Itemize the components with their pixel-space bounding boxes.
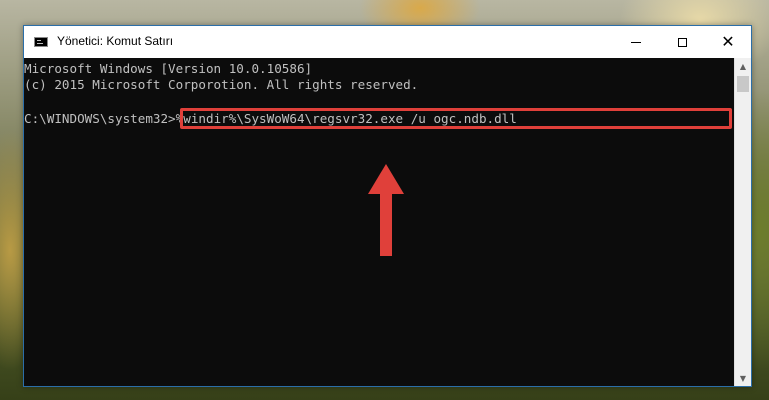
up-arrow-icon <box>368 164 404 256</box>
console-output[interactable]: Microsoft Windows [Version 10.0.10586] (… <box>24 58 734 386</box>
title-bar[interactable]: Yönetici: Komut Satırı ✕ <box>24 26 751 58</box>
window-title: Yönetici: Komut Satırı <box>57 34 174 48</box>
scroll-down-button[interactable]: ▼ <box>735 370 751 386</box>
console-line-copyright: (c) 2015 Microsoft Corporotion. All righ… <box>24 77 419 92</box>
close-icon: ✕ <box>721 32 735 51</box>
scroll-up-button[interactable]: ▲ <box>735 58 751 74</box>
minimize-button[interactable] <box>613 26 659 58</box>
close-button[interactable]: ✕ <box>705 26 751 58</box>
maximize-button[interactable] <box>659 26 705 58</box>
scroll-thumb[interactable] <box>737 76 749 92</box>
maximize-icon <box>677 37 687 47</box>
chevron-up-icon: ▲ <box>739 61 747 71</box>
vertical-scrollbar[interactable]: ▲ ▼ <box>734 58 751 386</box>
console-line-version: Microsoft Windows [Version 10.0.10586] <box>24 61 313 76</box>
command-prompt-window: Yönetici: Komut Satırı ✕ Microsoft Windo… <box>23 25 752 387</box>
chevron-down-icon: ▼ <box>739 373 747 383</box>
cmd-app-icon <box>34 37 48 47</box>
console-prompt: C:\WINDOWS\system32> <box>24 111 176 126</box>
command-highlight-box <box>180 108 732 129</box>
minimize-icon <box>631 41 641 43</box>
